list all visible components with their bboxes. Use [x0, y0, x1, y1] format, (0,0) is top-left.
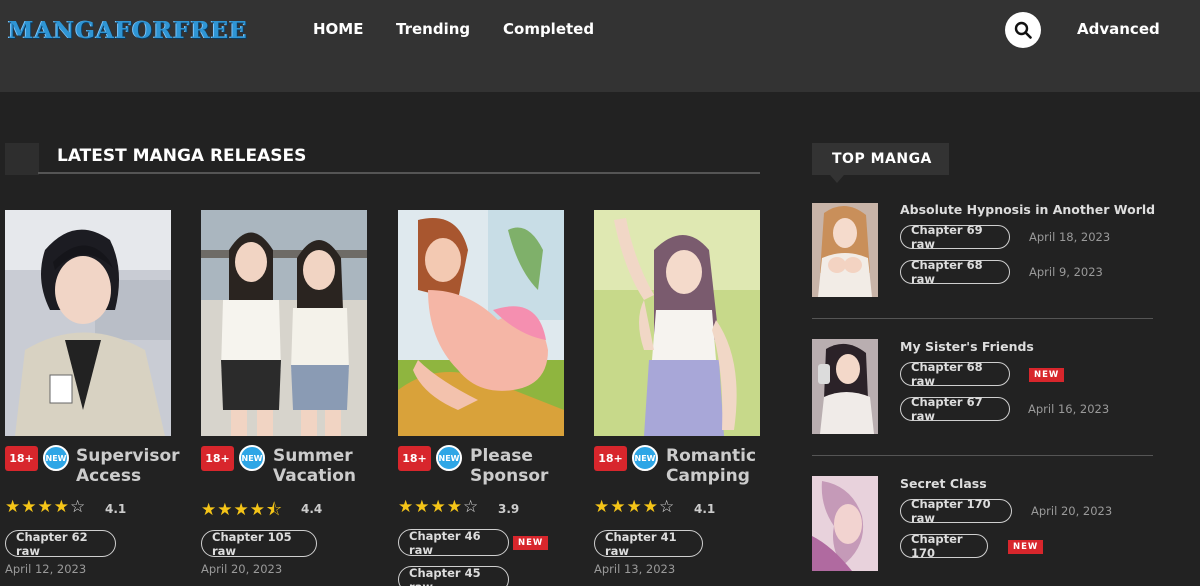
site-header: MANGAFORFREE HOME Trending Completed Adv… [0, 0, 1200, 92]
rating-score: 4.1 [105, 502, 127, 516]
nav-trending[interactable]: Trending [396, 20, 470, 38]
adult-badge: 18+ [398, 446, 431, 471]
chapter-date: April 13, 2023 [594, 562, 676, 576]
manga-cover[interactable] [594, 210, 760, 436]
nav-home[interactable]: HOME [313, 20, 363, 38]
new-chapter-tag: NEW [1008, 540, 1044, 554]
top-manga-title[interactable]: Secret Class [900, 476, 987, 491]
chapter-date: April 20, 2023 [201, 562, 283, 576]
top-manga-thumbnail[interactable] [812, 476, 878, 571]
manga-card-summer-vacation[interactable] [201, 210, 367, 436]
chapter-link[interactable]: Chapter 41 raw [594, 530, 703, 558]
top-manga-thumbnail[interactable] [812, 203, 878, 297]
list-divider [812, 318, 1153, 319]
new-badge: NEW [632, 445, 658, 471]
top-manga-title[interactable]: My Sister's Friends [900, 339, 1034, 354]
manga-title[interactable]: Supervisor Access [76, 446, 180, 486]
manga-title[interactable]: Romantic Camping [666, 446, 766, 486]
manga-title[interactable]: Please Sponsor [470, 446, 570, 486]
top-manga-title[interactable]: Absolute Hypnosis in Another World [900, 202, 1155, 217]
top-manga-thumbnail[interactable] [812, 339, 878, 434]
rating-score: 4.4 [301, 502, 323, 516]
star-rating[interactable]: ★★★★☆ [398, 497, 479, 517]
chapter-date: April 20, 2023 [1031, 504, 1113, 518]
chapter-link[interactable]: Chapter 62 raw [5, 530, 116, 558]
chapter-link[interactable]: Chapter 45 raw [398, 566, 509, 586]
manga-card-please-sponsor[interactable] [398, 210, 564, 436]
latest-releases-heading: LATEST MANGA RELEASES [57, 146, 307, 166]
chapter-date: April 12, 2023 [5, 562, 87, 576]
new-chapter-tag: NEW [1029, 368, 1065, 382]
chapter-link[interactable]: Chapter 105 raw [201, 530, 317, 558]
adult-badge: 18+ [5, 446, 38, 471]
section-divider [38, 172, 760, 174]
new-badge: NEW [239, 445, 265, 471]
chapter-date: April 18, 2023 [1029, 230, 1111, 244]
adult-badge: 18+ [594, 446, 627, 471]
site-logo[interactable]: MANGAFORFREE [8, 17, 248, 44]
star-rating[interactable]: ★★★★☆ [5, 497, 86, 517]
advanced-search-link[interactable]: Advanced [1077, 20, 1160, 38]
chapter-link[interactable]: Chapter 170 raw [900, 497, 1012, 525]
manga-cover[interactable] [5, 210, 171, 436]
chapter-link[interactable]: Chapter 170 [900, 532, 988, 560]
star-rating[interactable]: ★★★★⯪ [201, 497, 283, 526]
chapter-date: April 9, 2023 [1029, 265, 1103, 279]
top-manga-heading: TOP MANGA [812, 143, 949, 175]
search-button[interactable] [1005, 12, 1041, 48]
nav-completed[interactable]: Completed [503, 20, 594, 38]
search-icon [1014, 21, 1032, 39]
manga-card-romantic-camping[interactable] [594, 210, 760, 436]
heading-pointer [830, 175, 844, 183]
star-rating[interactable]: ★★★★☆ [594, 497, 675, 517]
chapter-link[interactable]: Chapter 68 raw [900, 258, 1010, 286]
manga-title[interactable]: Summer Vacation [273, 446, 373, 486]
adult-badge: 18+ [201, 446, 234, 471]
rating-score: 3.9 [498, 502, 520, 516]
rating-score: 4.1 [694, 502, 716, 516]
chapter-link[interactable]: Chapter 68 raw [900, 360, 1010, 388]
chapter-link[interactable]: Chapter 67 raw [900, 395, 1010, 423]
list-divider [812, 455, 1153, 456]
section-heading-marker [5, 143, 39, 175]
manga-cover[interactable] [201, 210, 367, 436]
new-badge: NEW [43, 445, 69, 471]
manga-cover[interactable] [398, 210, 564, 436]
manga-card-supervisor-access[interactable] [5, 210, 171, 436]
new-chapter-tag: NEW [513, 536, 549, 550]
chapter-link[interactable]: Chapter 69 raw [900, 223, 1010, 251]
new-badge: NEW [436, 445, 462, 471]
chapter-link[interactable]: Chapter 46 raw [398, 529, 509, 557]
chapter-date: April 16, 2023 [1028, 402, 1110, 416]
